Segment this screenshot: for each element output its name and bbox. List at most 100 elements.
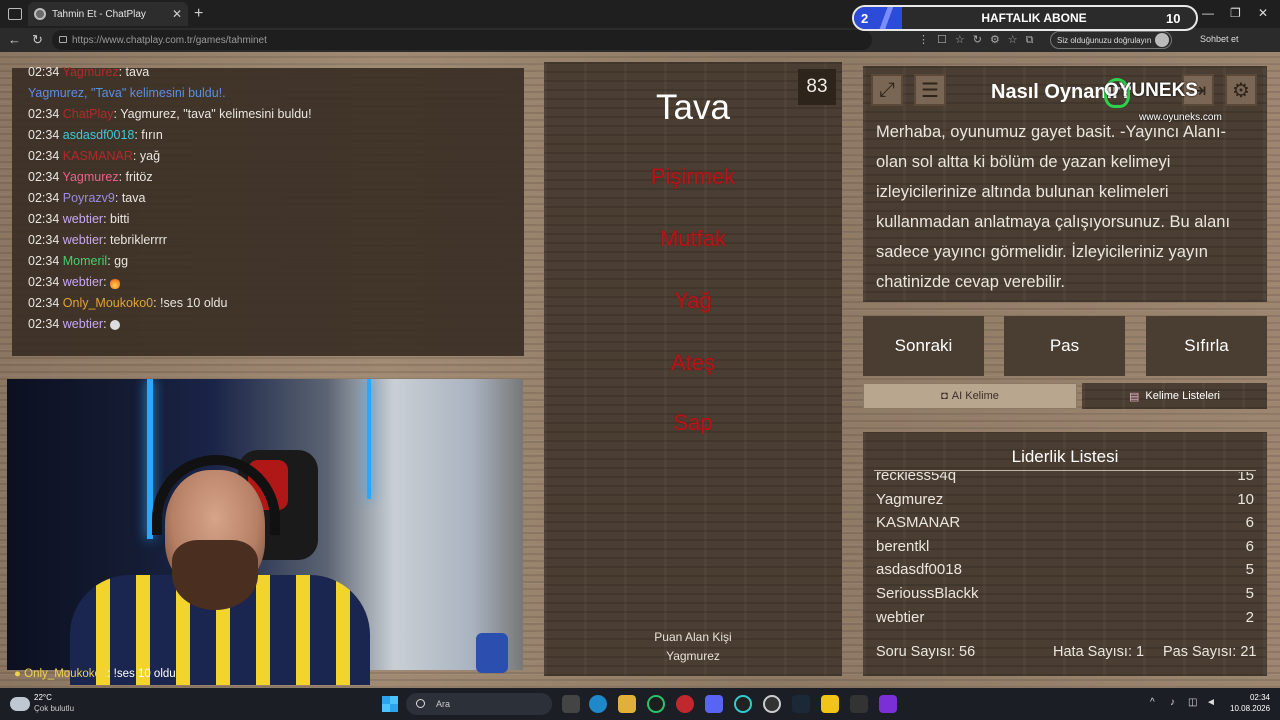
list-icon: ▤ — [1129, 390, 1140, 403]
scorer-label: Puan Alan Kişi — [654, 630, 732, 644]
taskbar-clock[interactable]: 02:34 10.08.2026 — [1230, 692, 1270, 714]
chat-line: 02:34 Poyrazv9: tava — [28, 191, 146, 205]
leaderboard-row: SerioussBlackk 5 — [876, 584, 1254, 602]
tray-chevron-icon[interactable]: ^ — [1150, 697, 1155, 708]
chat-line: 02:34 Only_Moukoko0: !ses 10 oldu — [28, 296, 228, 310]
steam-icon[interactable] — [792, 695, 810, 713]
leaderboard-row: asdasdf0018 5 — [876, 561, 1254, 579]
error-count: Hata Sayısı: 1 — [1053, 644, 1145, 660]
app-icon[interactable] — [734, 695, 752, 713]
target-word: Tava — [656, 88, 730, 127]
discord-icon[interactable] — [705, 695, 723, 713]
start-button[interactable] — [382, 696, 398, 712]
site-info-icon[interactable] — [59, 36, 67, 43]
copilot-chat-label: Sohbet et — [1200, 34, 1239, 44]
word-lists-tab[interactable]: ▤ Kelime Listeleri — [1082, 383, 1267, 409]
app-icon[interactable] — [850, 695, 868, 713]
chat-system-line: Yagmurez, "Tava" kelimesini buldu!. — [28, 86, 226, 100]
next-button[interactable]: Sonraki — [863, 316, 984, 376]
chat-ticker: ● Only_Moukoko0: !ses 10 oldu — [14, 668, 176, 680]
leaderboard-row: reckless54q 15 — [876, 472, 1254, 484]
streamer-beard — [172, 540, 258, 610]
close-window-icon[interactable]: ✕ — [1258, 6, 1268, 20]
app-icon[interactable] — [879, 695, 897, 713]
ghost-emoji-icon — [110, 319, 121, 330]
leaderboard-row: KASMANAR 6 — [876, 514, 1254, 532]
taboo-word: Yağ — [674, 288, 712, 313]
app-icon[interactable] — [647, 695, 665, 713]
sub-goal-widget: 2 HAFTALIK ABONE 10 — [852, 5, 1198, 31]
cloud-icon — [10, 697, 30, 711]
browser-tab[interactable]: Tahmin Et - ChatPlay ✕ — [28, 2, 188, 26]
profile-avatar — [1155, 33, 1169, 47]
leaderboard-row: webtier 2 — [876, 608, 1254, 626]
close-tab-icon[interactable]: ✕ — [172, 7, 182, 21]
gear-icon: ⚙ — [1232, 79, 1250, 102]
verify-identity-button[interactable]: Siz olduğunuzu doğrulayın — [1050, 31, 1172, 49]
question-count: Soru Sayısı: 56 — [876, 644, 976, 660]
network-icon[interactable]: ◫ — [1188, 697, 1197, 708]
new-tab-icon[interactable]: + — [194, 5, 203, 23]
refresh-icon[interactable]: ↻ — [32, 32, 43, 48]
url-text: https://www.chatplay.com.tr/games/tahmin… — [72, 34, 267, 46]
app-icon[interactable] — [821, 695, 839, 713]
clock-time: 02:34 — [1249, 693, 1270, 702]
scorer-name: Yagmurez — [666, 649, 720, 663]
chat-line: 02:34 webtier: — [28, 317, 121, 331]
back-icon[interactable]: ← — [8, 32, 21, 47]
address-bar-icons[interactable]: ⋮☐☆↻⚙☆⧉ — [918, 33, 1042, 47]
volume-icon[interactable]: ◄ — [1206, 697, 1216, 708]
brand-name: OYUNEKS — [1104, 80, 1198, 101]
ticker-badge-icon: ● — [14, 668, 21, 680]
fullscreen-button[interactable]: ⤢ — [871, 74, 903, 106]
sub-goal-title: HAFTALIK ABONE — [981, 11, 1087, 25]
favicon-icon — [34, 8, 46, 20]
sub-goal-target: 10 — [1166, 10, 1181, 26]
search-icon — [416, 699, 425, 708]
ticker-message: : !ses 10 oldu — [107, 668, 176, 680]
app-icon[interactable] — [676, 695, 694, 713]
weather-condition: Çok bulutlu — [34, 704, 75, 713]
chat-line: 02:34 webtier: tebriklerrrr — [28, 233, 167, 247]
chat-line: 02:34 ChatPlay: Yagmurez, "tava" kelimes… — [28, 107, 312, 121]
ticker-user: Only_Moukoko0 — [24, 668, 108, 680]
url-field[interactable]: https://www.chatplay.com.tr/games/tahmin… — [52, 30, 872, 50]
search-placeholder: Ara — [436, 699, 451, 709]
leaderboard-title: Liderlik Listesi — [1011, 447, 1119, 466]
leaderboard-divider — [874, 470, 1256, 471]
file-explorer-icon[interactable] — [618, 695, 636, 713]
led-strip — [367, 379, 371, 499]
obs-icon[interactable] — [763, 695, 781, 713]
pass-count: Pas Sayısı: 21 — [1163, 644, 1257, 660]
taskbar-search[interactable]: Ara — [406, 693, 552, 715]
maximize-icon[interactable]: ❐ — [1230, 6, 1241, 20]
leaderboard-list[interactable]: reckless54q 15 Yagmurez 10 KASMANAR 6 beren… — [876, 472, 1254, 634]
chat-line: 02:34 Momeril: gg — [28, 254, 129, 268]
ai-word-tab[interactable]: ◘ AI Kelime — [863, 383, 1077, 409]
microphone-icon[interactable]: ♪ — [1170, 697, 1175, 708]
reset-button[interactable]: Sıfırla — [1146, 316, 1267, 376]
robot-icon: ◘ — [941, 390, 948, 402]
sub-goal-current: 2 — [854, 7, 902, 29]
rules-button[interactable]: ☰ — [914, 74, 946, 106]
tab-title: Tahmin Et - ChatPlay — [52, 8, 146, 20]
tab-actions-icon[interactable] — [8, 8, 22, 20]
pass-button[interactable]: Pas — [1004, 316, 1125, 376]
verify-label: Siz olduğunuzu doğrulayın — [1057, 35, 1152, 45]
chat-line: 02:34 webtier: bitti — [28, 212, 130, 226]
fire-emoji-icon — [110, 276, 121, 289]
settings-button[interactable]: ⚙ — [1225, 74, 1257, 106]
copilot-chat-button[interactable]: Sohbet et — [1200, 34, 1239, 44]
taskbar — [0, 688, 1280, 720]
taboo-word: Ateş — [670, 350, 716, 375]
task-view-icon[interactable] — [562, 695, 580, 713]
document-icon: ☰ — [921, 79, 939, 102]
edge-icon[interactable] — [589, 695, 607, 713]
taboo-word: Pişirmek — [650, 164, 736, 189]
chat-line: 02:34 Yagmurez: tava — [28, 65, 150, 79]
leaderboard-row: Yagmurez 10 — [876, 490, 1254, 508]
taboo-word: Sap — [673, 410, 713, 435]
taboo-word: Mutfak — [659, 226, 727, 251]
clock-date: 10.08.2026 — [1230, 704, 1271, 713]
minimize-icon[interactable]: — — [1202, 6, 1214, 20]
